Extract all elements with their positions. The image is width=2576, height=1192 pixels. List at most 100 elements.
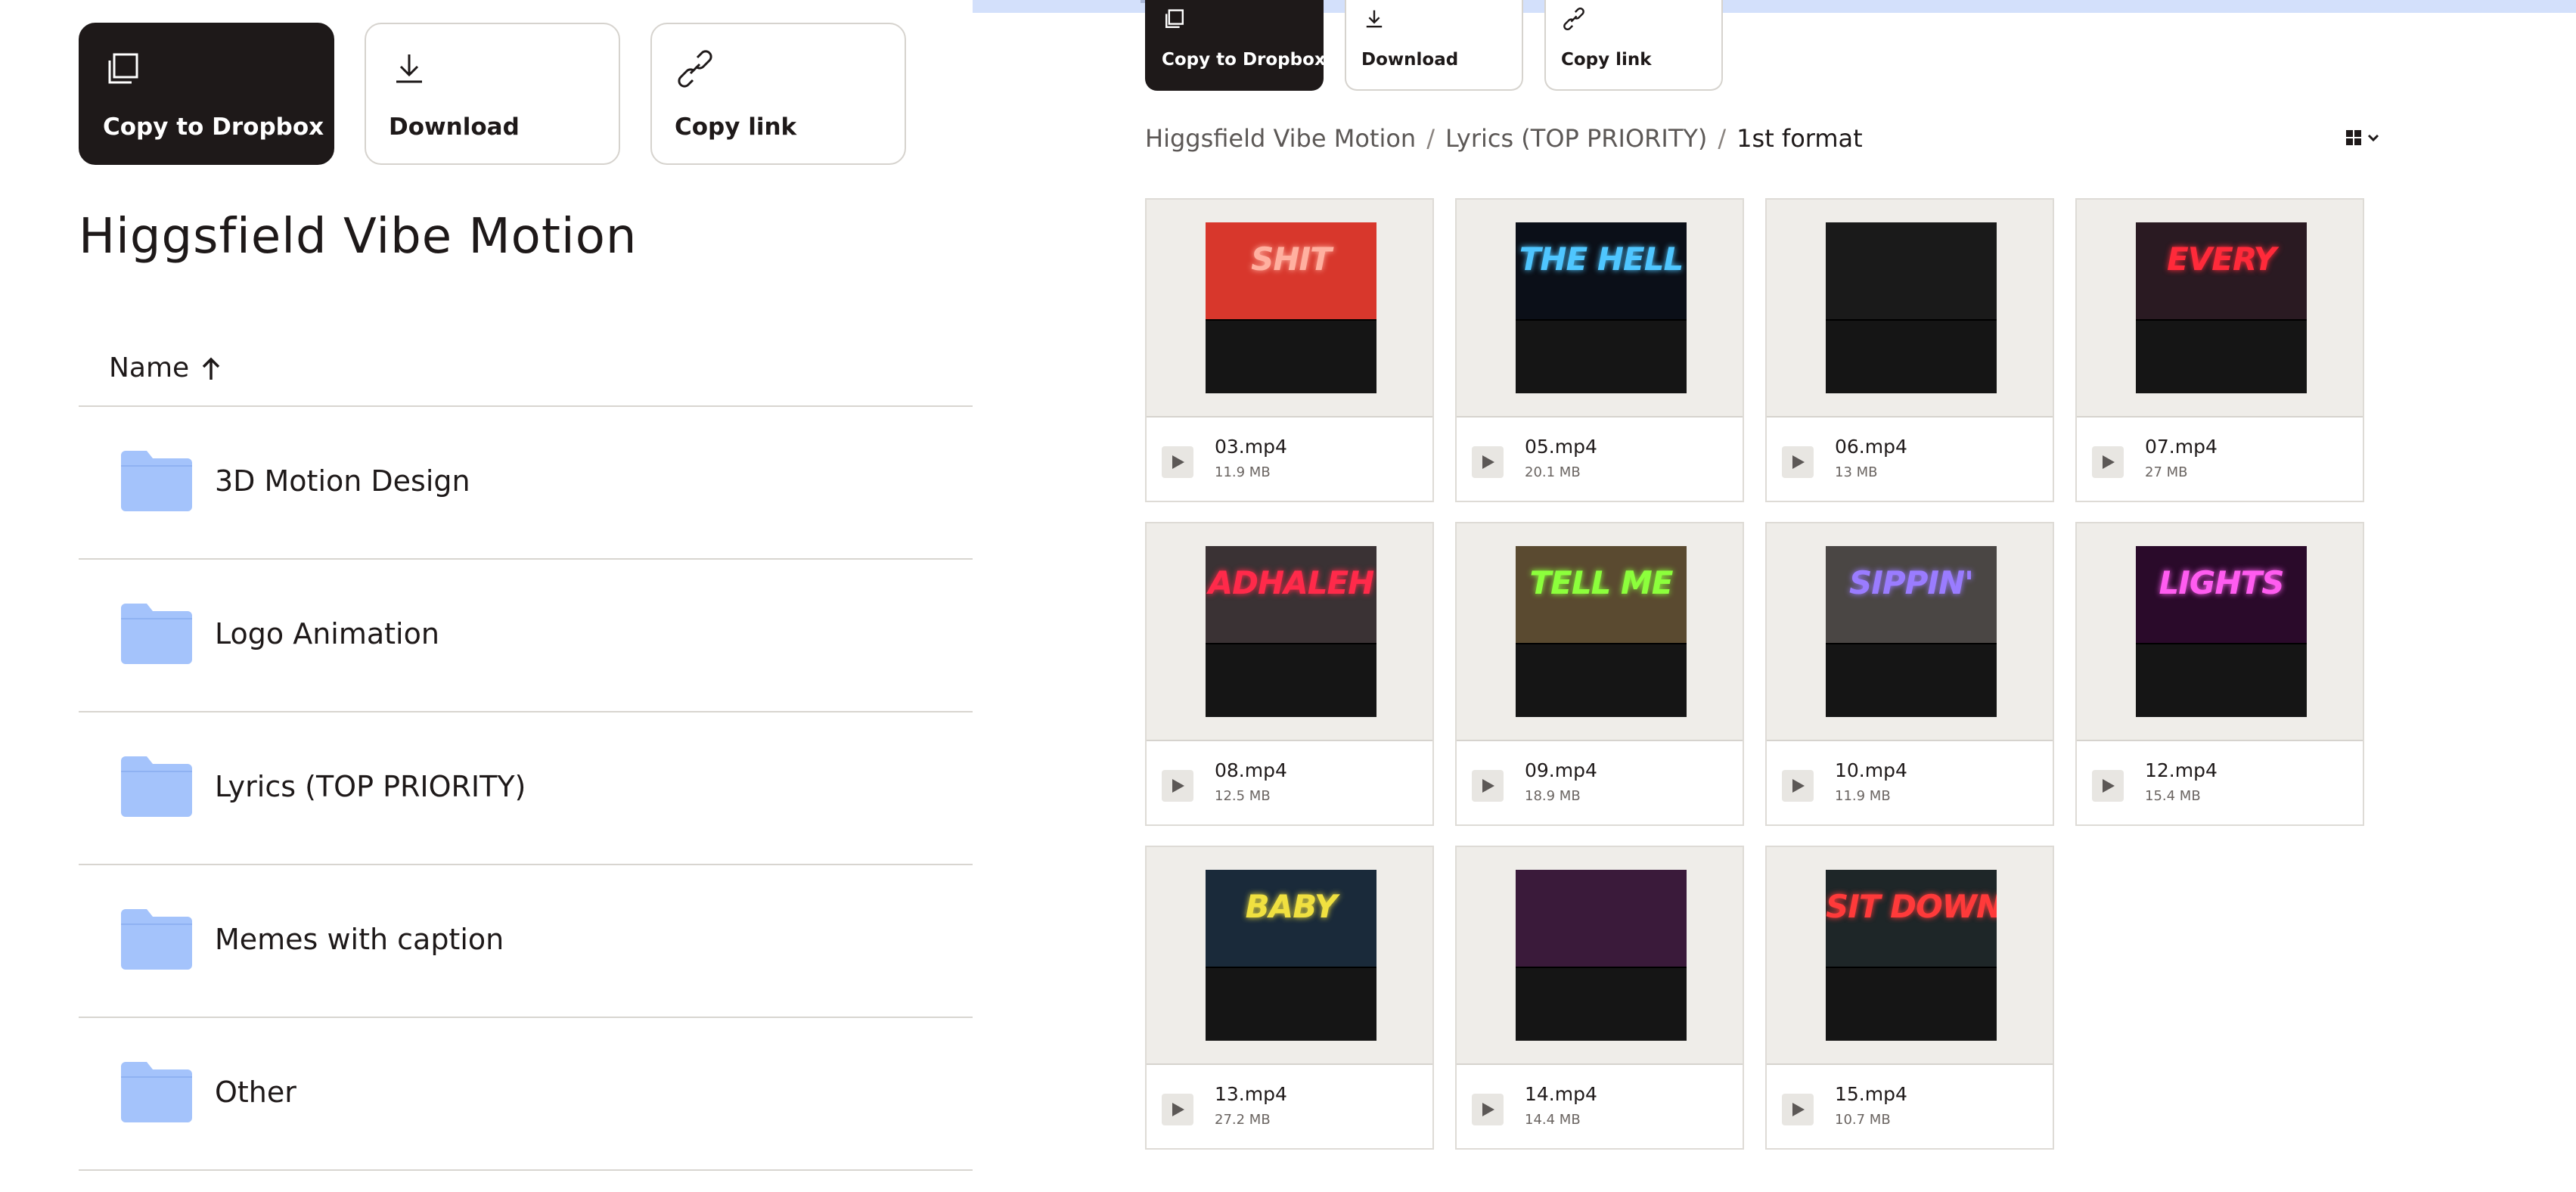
page-title: Higgsfield Vibe Motion (79, 209, 638, 265)
thumbnail-lyric-text: SIT DOWN (1826, 888, 1997, 925)
folder-row[interactable]: Memes with caption (79, 865, 973, 1017)
link-icon (1563, 8, 1584, 30)
file-name: 09.mp4 (1525, 759, 1597, 781)
file-card[interactable]: 06.mp4 13 MB (1765, 198, 2054, 502)
file-name: 07.mp4 (2145, 436, 2218, 458)
file-name: 13.mp4 (1215, 1083, 1287, 1105)
video-thumbnail[interactable] (1516, 870, 1687, 1041)
thumbnail-lyric-text: BABY (1245, 888, 1338, 925)
file-size: 27 MB (2145, 464, 2188, 480)
file-card[interactable]: BABY 13.mp4 27.2 MB (1145, 846, 1434, 1150)
video-thumbnail[interactable]: TELL ME (1516, 546, 1687, 717)
file-size: 14.4 MB (1525, 1112, 1581, 1128)
file-card[interactable]: LIGHTS 12.mp4 15.4 MB (2075, 522, 2364, 826)
file-name: 03.mp4 (1215, 436, 1287, 458)
play-icon[interactable] (1162, 446, 1193, 478)
play-icon[interactable] (1782, 770, 1814, 802)
folder-list-panel: Copy to Dropbox Download Copy link Higgs… (0, 0, 973, 1192)
copy-to-dropbox-label: Copy to Dropbox (1162, 50, 1326, 70)
copy-icon (108, 53, 138, 84)
breadcrumb-item[interactable]: Higgsfield Vibe Motion (1145, 124, 1416, 153)
play-icon[interactable] (2092, 770, 2124, 802)
thumbnail-lyric-text: THE HELL (1519, 241, 1684, 278)
file-card[interactable]: EVERY 07.mp4 27 MB (2075, 198, 2364, 502)
play-icon[interactable] (1782, 1094, 1814, 1125)
copy-link-button[interactable]: Copy link (650, 23, 906, 165)
play-icon[interactable] (1472, 770, 1504, 802)
thumbnail-lyric-text: EVERY (2167, 241, 2277, 278)
link-icon (678, 50, 712, 88)
file-name: 10.mp4 (1835, 759, 1907, 781)
download-button[interactable]: Download (1345, 0, 1523, 91)
file-name: 12.mp4 (2145, 759, 2218, 781)
video-thumbnail[interactable]: ADHALEH (1206, 546, 1376, 717)
file-card[interactable]: TELL ME 09.mp4 18.9 MB (1455, 522, 1744, 826)
breadcrumb-item[interactable]: Lyrics (TOP PRIORITY) (1445, 124, 1707, 153)
video-thumbnail[interactable]: EVERY (2136, 222, 2307, 393)
folder-name: Logo Animation (215, 617, 439, 650)
video-thumbnail[interactable]: BABY (1206, 870, 1376, 1041)
thumbnail-area[interactable]: SHIT (1147, 200, 1432, 418)
thumbnail-area[interactable]: THE HELL (1457, 200, 1743, 418)
video-thumbnail[interactable] (1826, 222, 1997, 393)
play-icon[interactable] (1162, 1094, 1193, 1125)
folder-row[interactable]: Lyrics (TOP PRIORITY) (79, 712, 973, 864)
file-card[interactable]: ADHALEH 08.mp4 12.5 MB (1145, 522, 1434, 826)
copy-link-button[interactable]: Copy link (1544, 0, 1723, 91)
file-card[interactable]: SIPPIN' 10.mp4 11.9 MB (1765, 522, 2054, 826)
video-thumbnail[interactable]: SIT DOWN (1826, 870, 1997, 1041)
thumbnail-area[interactable]: SIT DOWN (1767, 847, 2053, 1065)
file-card[interactable]: 14.mp4 14.4 MB (1455, 846, 1744, 1150)
folder-icon (121, 909, 192, 970)
video-thumbnail[interactable]: SHIT (1206, 222, 1376, 393)
breadcrumb-separator: / (1718, 124, 1727, 153)
breadcrumb: Higgsfield Vibe Motion / Lyrics (TOP PRIOR… (1145, 124, 1863, 153)
thumbnail-lyric-text: TELL ME (1529, 564, 1674, 601)
thumbnail-area[interactable] (1767, 200, 2053, 418)
folder-row[interactable]: Other (79, 1018, 973, 1169)
thumbnail-area[interactable]: ADHALEH (1147, 523, 1432, 741)
file-size: 15.4 MB (2145, 788, 2201, 804)
name-column-header[interactable]: Name (109, 352, 189, 383)
video-thumbnail[interactable]: SIPPIN' (1826, 546, 1997, 717)
copy-to-dropbox-button[interactable]: Copy to Dropbox (1145, 0, 1326, 91)
file-card[interactable]: SIT DOWN 15.mp4 10.7 MB (1765, 846, 2054, 1150)
file-card[interactable]: THE HELL 05.mp4 20.1 MB (1455, 198, 1744, 502)
thumbnail-area[interactable] (1457, 847, 1743, 1065)
file-name: 06.mp4 (1835, 436, 1907, 458)
download-button[interactable]: Download (365, 23, 620, 165)
copy-icon (1165, 9, 1184, 28)
thumbnail-lyric-text: ADHALEH (1208, 564, 1375, 601)
thumbnail-area[interactable]: LIGHTS (2077, 523, 2363, 741)
file-name: 15.mp4 (1835, 1083, 1907, 1105)
play-icon[interactable] (1162, 770, 1193, 802)
copy-to-dropbox-label: Copy to Dropbox (103, 113, 324, 141)
copy-to-dropbox-button[interactable]: Copy to Dropbox (79, 23, 334, 165)
arrow-up-icon[interactable] (198, 355, 224, 383)
folder-name: 3D Motion Design (215, 464, 470, 498)
play-icon[interactable] (1782, 446, 1814, 478)
thumbnail-lyric-text: SIPPIN' (1848, 564, 1974, 601)
folder-icon (121, 604, 192, 664)
file-size: 18.9 MB (1525, 788, 1581, 804)
video-thumbnail[interactable]: THE HELL (1516, 222, 1687, 393)
grid-view-icon[interactable] (2343, 126, 2387, 150)
play-icon[interactable] (1472, 1094, 1504, 1125)
file-size: 11.9 MB (1215, 464, 1271, 480)
file-size: 13 MB (1835, 464, 1878, 480)
copy-link-label: Copy link (675, 113, 797, 141)
file-card[interactable]: SHIT 03.mp4 11.9 MB (1145, 198, 1434, 502)
download-icon (396, 54, 422, 83)
thumbnail-area[interactable]: EVERY (2077, 200, 2363, 418)
play-icon[interactable] (2092, 446, 2124, 478)
folder-row[interactable]: Logo Animation (79, 560, 973, 711)
thumbnail-area[interactable]: TELL ME (1457, 523, 1743, 741)
folder-icon (121, 451, 192, 511)
thumbnail-area[interactable]: BABY (1147, 847, 1432, 1065)
play-icon[interactable] (1472, 446, 1504, 478)
folder-row[interactable]: 3D Motion Design (79, 407, 973, 558)
thumbnail-area[interactable]: SIPPIN' (1767, 523, 2053, 741)
breadcrumb-current: 1st format (1736, 124, 1863, 153)
video-thumbnail[interactable]: LIGHTS (2136, 546, 2307, 717)
file-grid-panel: Copy to Dropbox Download Copy link Higgs… (973, 0, 2576, 1192)
